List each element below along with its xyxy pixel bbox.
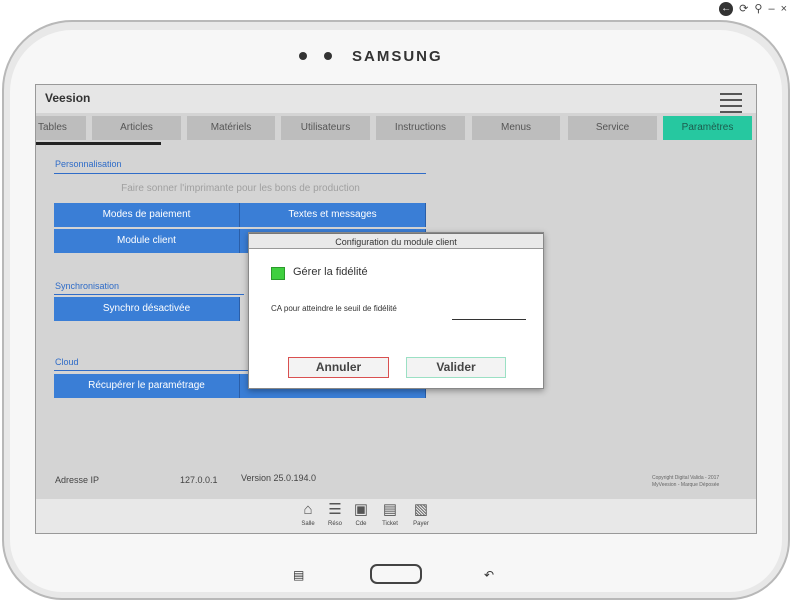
window-controls: ← ⟳ ⚲ – × (719, 1, 787, 17)
tab-parametres[interactable]: Paramètres (663, 116, 752, 140)
section-title-synchronisation: Synchronisation (55, 281, 120, 291)
menu-icon[interactable] (716, 89, 742, 113)
nav-cde[interactable]: ▣ Cde (348, 501, 374, 527)
dialog-title: Configuration du module client (249, 233, 543, 249)
cancel-button[interactable]: Annuler (288, 357, 389, 378)
app-title: Veesion (45, 91, 91, 105)
ip-label: Adresse IP (55, 475, 100, 485)
tab-scroll-indicator (36, 142, 161, 145)
tab-materiels[interactable]: Matériels (187, 116, 275, 140)
minimize-icon[interactable]: – (768, 2, 774, 16)
nav-payer[interactable]: ▧ Payer (408, 501, 434, 527)
home-icon: ⌂ (303, 501, 313, 518)
payment-modes-button[interactable]: Modes de paiement (54, 203, 240, 227)
nav-salle[interactable]: ⌂ Salle (295, 501, 321, 527)
section-divider (54, 294, 244, 295)
tab-utilisateurs[interactable]: Utilisateurs (281, 116, 370, 140)
rotate-icon[interactable]: ⟳ (739, 2, 748, 16)
client-module-dialog: Configuration du module client Gérer la … (248, 232, 544, 389)
payment-icon: ▧ (413, 501, 429, 518)
fetch-settings-button[interactable]: Récupérer le paramétrage (54, 374, 240, 398)
loyalty-checkbox[interactable] (271, 267, 285, 280)
section-title-cloud: Cloud (55, 357, 79, 367)
back-icon[interactable]: ↶ (484, 568, 494, 582)
texts-messages-button[interactable]: Textes et messages (240, 203, 426, 227)
recent-apps-icon[interactable]: ▤ (293, 568, 304, 582)
camera-dot-icon (299, 52, 307, 60)
device-brand: SAMSUNG (352, 48, 443, 65)
nav-ticket[interactable]: ▤ Ticket (377, 501, 403, 527)
tab-tables[interactable]: Tables (36, 116, 86, 140)
copyright-text: Copyright Digital Valida - 2017 MyVeesio… (652, 475, 720, 488)
back-circle-icon[interactable]: ← (719, 2, 734, 16)
section-divider (54, 173, 426, 174)
sensor-dot-icon (324, 52, 332, 60)
nav-reso[interactable]: ☰ Réso (322, 501, 348, 527)
tab-instructions[interactable]: Instructions (376, 116, 465, 140)
tablet-frame: ← ⟳ ⚲ – × SAMSUNG Veesion Tables Article… (0, 0, 793, 600)
client-module-button[interactable]: Module client (54, 229, 240, 253)
sync-toggle-button[interactable]: Synchro désactivée (54, 297, 240, 321)
loyalty-threshold-input[interactable] (452, 306, 526, 320)
ip-value: 127.0.0.1 (180, 475, 218, 485)
section-title-personnalisation: Personnalisation (55, 159, 122, 169)
app-version: Version 25.0.194.0 (241, 473, 317, 483)
tab-menus[interactable]: Menus (472, 116, 560, 140)
loyalty-checkbox-label[interactable]: Gérer la fidélité (293, 266, 368, 278)
reservation-icon: ☰ (328, 501, 342, 518)
tab-articles[interactable]: Articles (92, 116, 181, 140)
validate-button[interactable]: Valider (406, 357, 506, 378)
tab-service[interactable]: Service (568, 116, 657, 140)
loyalty-threshold-label: CA pour atteindre le seuil de fidélité (271, 304, 397, 313)
tab-bar: Tables Articles Matériels Utilisateurs I… (36, 115, 756, 143)
app-header: Veesion (36, 85, 756, 113)
cart-icon: ▣ (353, 501, 369, 518)
printer-ring-option[interactable]: Faire sonner l'imprimante pour les bons … (54, 183, 427, 194)
close-icon[interactable]: × (781, 2, 787, 16)
zoom-icon[interactable]: ⚲ (754, 2, 762, 16)
home-button[interactable] (370, 564, 422, 584)
ticket-icon: ▤ (382, 501, 398, 518)
